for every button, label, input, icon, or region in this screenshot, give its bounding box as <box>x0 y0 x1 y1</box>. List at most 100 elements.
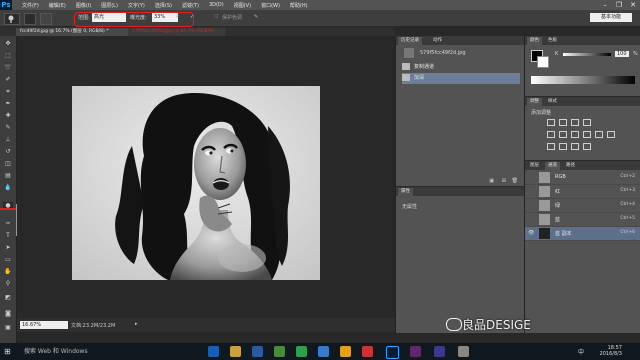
workspace-select[interactable]: 基本功能 <box>590 13 632 22</box>
menu-edit[interactable]: 编辑(E) <box>49 2 66 9</box>
move-tool-icon[interactable]: ✥ <box>3 40 13 48</box>
maximize-button[interactable]: ❐ <box>612 0 626 10</box>
tab-paths[interactable]: 路径 <box>563 162 578 170</box>
screen-mode-icon[interactable]: ▣ <box>3 324 13 332</box>
levels-adjust-icon[interactable] <box>559 119 567 126</box>
k-value-input[interactable]: 100 <box>615 51 629 57</box>
gradient-map-adjust-icon[interactable] <box>583 143 591 150</box>
menu-type[interactable]: 文字(Y) <box>128 2 145 9</box>
background-color-swatch[interactable] <box>537 56 549 68</box>
app-icon-orange[interactable] <box>340 346 351 357</box>
invert-adjust-icon[interactable] <box>547 143 555 150</box>
channel-row-red[interactable]: 红 Ctrl+3 <box>525 185 640 199</box>
gradient-tool-icon[interactable]: ▤ <box>3 172 13 180</box>
tab-styles[interactable]: 样式 <box>545 98 560 106</box>
zoom-tool-icon[interactable]: ⚲ <box>3 280 13 288</box>
brush-size-picker[interactable] <box>24 13 36 25</box>
eraser-tool-icon[interactable]: ◫ <box>3 160 13 168</box>
brightness-adjust-icon[interactable] <box>547 119 555 126</box>
shape-tool-icon[interactable]: ▭ <box>3 256 13 264</box>
zoom-field[interactable]: 16.67% <box>20 321 68 329</box>
edge-icon[interactable] <box>208 346 219 357</box>
brush-tool-icon[interactable]: ✎ <box>3 124 13 132</box>
document-canvas[interactable] <box>72 86 320 280</box>
color-swatches-icon[interactable]: ◩ <box>3 294 13 302</box>
quick-select-tool-icon[interactable]: ✐ <box>3 76 13 84</box>
menu-layer[interactable]: 图层(L) <box>101 2 118 9</box>
menu-filter[interactable]: 滤镜(T) <box>182 2 199 9</box>
windows-start-icon[interactable]: ⊞ <box>4 347 11 356</box>
pen-tool-icon[interactable]: ✑ <box>3 220 13 228</box>
healing-tool-icon[interactable]: ✚ <box>3 112 13 120</box>
status-menu-arrow-icon[interactable]: ▸ <box>135 321 138 327</box>
bw-adjust-icon[interactable] <box>583 131 591 138</box>
menu-image[interactable]: 图像(I) <box>76 2 91 9</box>
history-item-burn[interactable]: 加深 <box>402 73 520 84</box>
tab-history[interactable]: 历史记录 <box>398 37 422 45</box>
stamp-tool-icon[interactable]: ⊥ <box>3 136 13 144</box>
eyedropper-tool-icon[interactable]: ✒ <box>3 100 13 108</box>
posterize-adjust-icon[interactable] <box>559 143 567 150</box>
close-button[interactable]: ✕ <box>626 0 640 10</box>
channel-mixer-adjust-icon[interactable] <box>607 131 615 138</box>
trash-icon[interactable]: 🗑 <box>512 178 518 184</box>
document-tab-2[interactable]: 579f5fcc49f2d.jpg @ 66.7% (RGB/8) <box>128 28 226 36</box>
tab-layers[interactable]: 图层 <box>527 162 542 170</box>
tab-swatches[interactable]: 色板 <box>545 37 560 45</box>
minimize-button[interactable]: – <box>598 0 612 10</box>
history-brush-tool-icon[interactable]: ↺ <box>3 148 13 156</box>
app-icon-green-2[interactable] <box>296 346 307 357</box>
threshold-adjust-icon[interactable] <box>571 143 579 150</box>
eye-icon[interactable]: 👁 <box>528 230 534 236</box>
path-select-tool-icon[interactable]: ➤ <box>3 244 13 252</box>
color-balance-adjust-icon[interactable] <box>571 131 579 138</box>
pressure-icon[interactable]: ✎ <box>254 14 258 20</box>
app-icon-purple[interactable] <box>410 346 421 357</box>
crop-tool-icon[interactable]: ⌗ <box>3 88 13 96</box>
document-tab-active[interactable]: fcc49f2d.jpg @ 16.7% (图层 0, RGB/8) * <box>16 28 134 36</box>
exposure-adjust-icon[interactable] <box>583 119 591 126</box>
menu-help[interactable]: 帮助(H) <box>290 2 308 9</box>
app-icon-gray[interactable] <box>458 346 469 357</box>
brush-panel-toggle[interactable] <box>40 13 52 25</box>
curves-adjust-icon[interactable] <box>571 119 579 126</box>
type-tool-icon[interactable]: T <box>3 232 13 240</box>
channel-row-blue[interactable]: 蓝 Ctrl+5 <box>525 213 640 227</box>
menu-select[interactable]: 选择(S) <box>155 2 172 9</box>
protect-tones-checkbox[interactable]: ☐ <box>214 14 218 20</box>
input-language-indicator[interactable]: 中 <box>578 347 584 356</box>
hue-adjust-icon[interactable] <box>559 131 567 138</box>
taskbar-search[interactable]: 搜索 Web 和 Windows <box>20 345 174 358</box>
k-slider[interactable] <box>563 53 611 56</box>
new-snapshot-icon[interactable]: ▣ <box>489 178 494 184</box>
tool-preset-picker[interactable] <box>4 13 20 25</box>
channel-row-blue-copy[interactable]: 👁 蓝 副本 Ctrl+6 <box>525 227 640 241</box>
app-icon-green[interactable] <box>274 346 285 357</box>
lasso-tool-icon[interactable]: ➰ <box>3 64 13 72</box>
snapshot-label[interactable]: 579f5fcc49f2d.jpg <box>420 50 466 56</box>
channel-row-green[interactable]: 绿 Ctrl+4 <box>525 199 640 213</box>
channel-row-rgb[interactable]: RGB Ctrl+2 <box>525 171 640 185</box>
app-icon-blue[interactable] <box>318 346 329 357</box>
new-document-icon[interactable]: ⊞ <box>502 178 506 184</box>
menu-window[interactable]: 窗口(W) <box>261 2 280 9</box>
hand-tool-icon[interactable]: ✋ <box>3 268 13 276</box>
app-icon-red[interactable] <box>362 346 373 357</box>
blur-tool-icon[interactable]: 💧 <box>3 184 13 192</box>
menu-3d[interactable]: 3D(D) <box>209 2 224 8</box>
color-ramp[interactable] <box>531 76 635 84</box>
app-icon-indigo[interactable] <box>434 346 445 357</box>
tab-properties[interactable]: 属性 <box>398 188 413 196</box>
store-icon[interactable] <box>252 346 263 357</box>
tab-actions[interactable]: 动作 <box>430 37 445 45</box>
marquee-tool-icon[interactable]: ⬚ <box>3 52 13 60</box>
photoshop-taskbar-icon[interactable] <box>386 346 399 359</box>
quick-mask-icon[interactable]: ◙ <box>3 310 13 318</box>
menu-view[interactable]: 视图(V) <box>234 2 251 9</box>
clock[interactable]: 18:57 2016/8/3 <box>600 345 622 357</box>
tab-channels[interactable]: 通道 <box>545 162 560 170</box>
menu-file[interactable]: 文件(F) <box>22 2 39 9</box>
photo-filter-adjust-icon[interactable] <box>595 131 603 138</box>
tab-adjustments[interactable]: 调整 <box>527 98 542 106</box>
vibrance-adjust-icon[interactable] <box>547 131 555 138</box>
